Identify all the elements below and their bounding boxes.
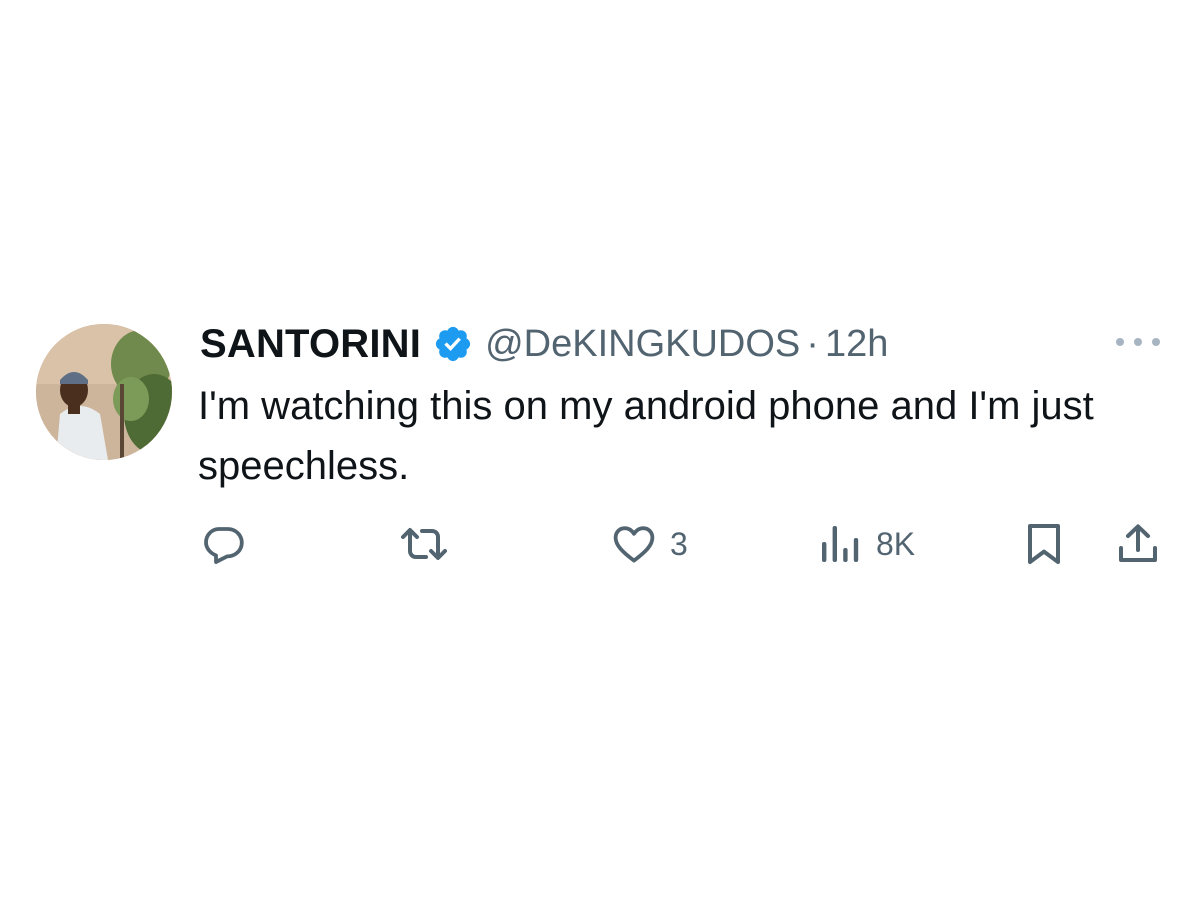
like-button[interactable]: 3	[610, 518, 688, 570]
display-name[interactable]: SANTORINI	[200, 322, 421, 367]
bookmark-icon	[1028, 524, 1060, 564]
reply-button[interactable]	[200, 518, 248, 570]
bookmark-button[interactable]	[1020, 518, 1068, 570]
heart-icon	[613, 526, 655, 563]
share-icon	[1119, 524, 1157, 562]
avatar-photo	[36, 324, 172, 460]
timestamp[interactable]: 12h	[825, 323, 888, 366]
avatar[interactable]	[36, 324, 172, 460]
views-button[interactable]: 8K	[816, 518, 915, 570]
share-button[interactable]	[1114, 518, 1162, 570]
like-count: 3	[670, 525, 688, 562]
tweet-text: I'm watching this on my android phone an…	[198, 384, 1094, 488]
reply-icon	[204, 527, 244, 564]
tweet-header: SANTORINI @DeKINGKUDOS · 12h	[200, 318, 888, 370]
separator-dot: ·	[806, 322, 819, 365]
user-handle[interactable]: @DeKINGKUDOS	[485, 323, 800, 366]
tweet-actions: 3 8K	[200, 518, 1164, 570]
views-count: 8K	[876, 525, 916, 562]
verified-badge-icon	[433, 324, 473, 364]
more-options-icon[interactable]	[1116, 330, 1160, 354]
views-icon	[822, 526, 859, 562]
tweet[interactable]: SANTORINI @DeKINGKUDOS · 12h I'm watchin…	[36, 318, 1166, 578]
repost-icon	[401, 528, 447, 560]
repost-button[interactable]	[398, 518, 450, 570]
